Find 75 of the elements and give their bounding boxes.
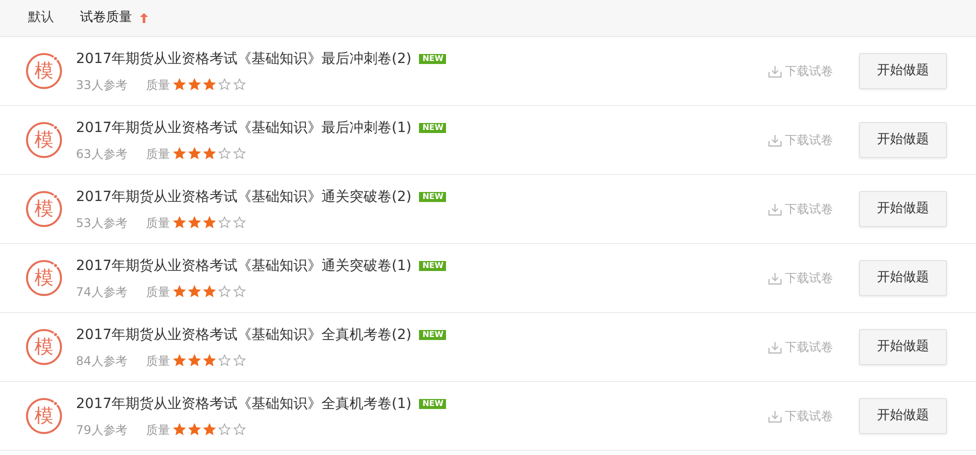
star-icon: [233, 423, 246, 436]
new-tag: NEW: [419, 192, 446, 202]
star-icon: [218, 285, 231, 298]
star-icon: [173, 78, 186, 91]
new-tag: NEW: [419, 399, 446, 409]
download-icon: [768, 64, 782, 78]
star-icon: [233, 78, 246, 91]
star-icon: [218, 78, 231, 91]
sort-arrow-icon: [140, 13, 148, 23]
star-icon: [233, 285, 246, 298]
exam-badge: 模: [26, 260, 62, 296]
star-icon: [203, 147, 216, 160]
participant-count: 79人参考: [76, 422, 128, 438]
star-icon: [173, 423, 186, 436]
star-icon: [233, 216, 246, 229]
start-button[interactable]: 开始做题: [859, 191, 947, 227]
start-button[interactable]: 开始做题: [859, 398, 947, 434]
paper-title[interactable]: 2017年期货从业资格考试《基础知识》通关突破卷(2): [76, 186, 412, 208]
star-icon: [203, 354, 216, 367]
new-tag: NEW: [419, 330, 446, 340]
exam-badge: 模: [26, 398, 62, 434]
star-icon: [188, 354, 201, 367]
star-icon: [173, 285, 186, 298]
paper-title[interactable]: 2017年期货从业资格考试《基础知识》最后冲刺卷(2): [76, 48, 412, 70]
quality-label: 质量: [146, 146, 170, 162]
participant-count: 53人参考: [76, 214, 128, 232]
quality-label: 质量: [146, 422, 170, 438]
participant-count: 33人参考: [76, 76, 128, 94]
paper-title[interactable]: 2017年期货从业资格考试《基础知识》通关突破卷(1): [76, 256, 412, 276]
start-button[interactable]: 开始做题: [859, 53, 947, 89]
star-icon: [203, 285, 216, 298]
start-button[interactable]: 开始做题: [859, 122, 947, 158]
star-icon: [188, 78, 201, 91]
star-icon: [188, 423, 201, 436]
download-icon: [768, 134, 782, 146]
star-icon: [203, 216, 216, 229]
star-icon: [218, 216, 231, 229]
quality-label: 质量: [146, 352, 170, 370]
new-tag: NEW: [419, 54, 446, 64]
star-icon: [233, 147, 246, 160]
star-icon: [203, 78, 216, 91]
new-tag: NEW: [419, 123, 446, 133]
star-icon: [218, 423, 231, 436]
paper-title[interactable]: 2017年期货从业资格考试《基础知识》全真机考卷(1): [76, 394, 412, 414]
exam-badge: 模: [26, 329, 62, 365]
star-icon: [218, 354, 231, 367]
sort-tab[interactable]: 试卷质量: [80, 8, 132, 28]
download-icon: [768, 340, 782, 354]
star-icon: [173, 147, 186, 160]
quality-label: 质量: [146, 284, 170, 300]
star-icon: [188, 216, 201, 229]
star-icon: [173, 216, 186, 229]
star-icon: [188, 147, 201, 160]
download-icon: [768, 272, 782, 284]
download-icon: [768, 202, 782, 216]
sort-tab[interactable]: 默认: [28, 8, 54, 28]
star-icon: [188, 285, 201, 298]
star-icon: [233, 354, 246, 367]
participant-count: 84人参考: [76, 352, 128, 370]
exam-badge: 模: [26, 53, 62, 89]
new-tag: NEW: [419, 261, 446, 271]
star-icon: [218, 147, 231, 160]
star-icon: [203, 423, 216, 436]
start-button[interactable]: 开始做题: [859, 260, 947, 296]
exam-badge: 模: [26, 191, 62, 227]
paper-title[interactable]: 2017年期货从业资格考试《基础知识》全真机考卷(2): [76, 324, 412, 346]
quality-label: 质量: [146, 214, 170, 232]
exam-badge: 模: [26, 122, 62, 158]
participant-count: 63人参考: [76, 146, 128, 162]
download-icon: [768, 410, 782, 422]
quality-label: 质量: [146, 76, 170, 94]
start-button[interactable]: 开始做题: [859, 329, 947, 365]
participant-count: 74人参考: [76, 284, 128, 300]
paper-title[interactable]: 2017年期货从业资格考试《基础知识》最后冲刺卷(1): [76, 118, 412, 138]
star-icon: [173, 354, 186, 367]
